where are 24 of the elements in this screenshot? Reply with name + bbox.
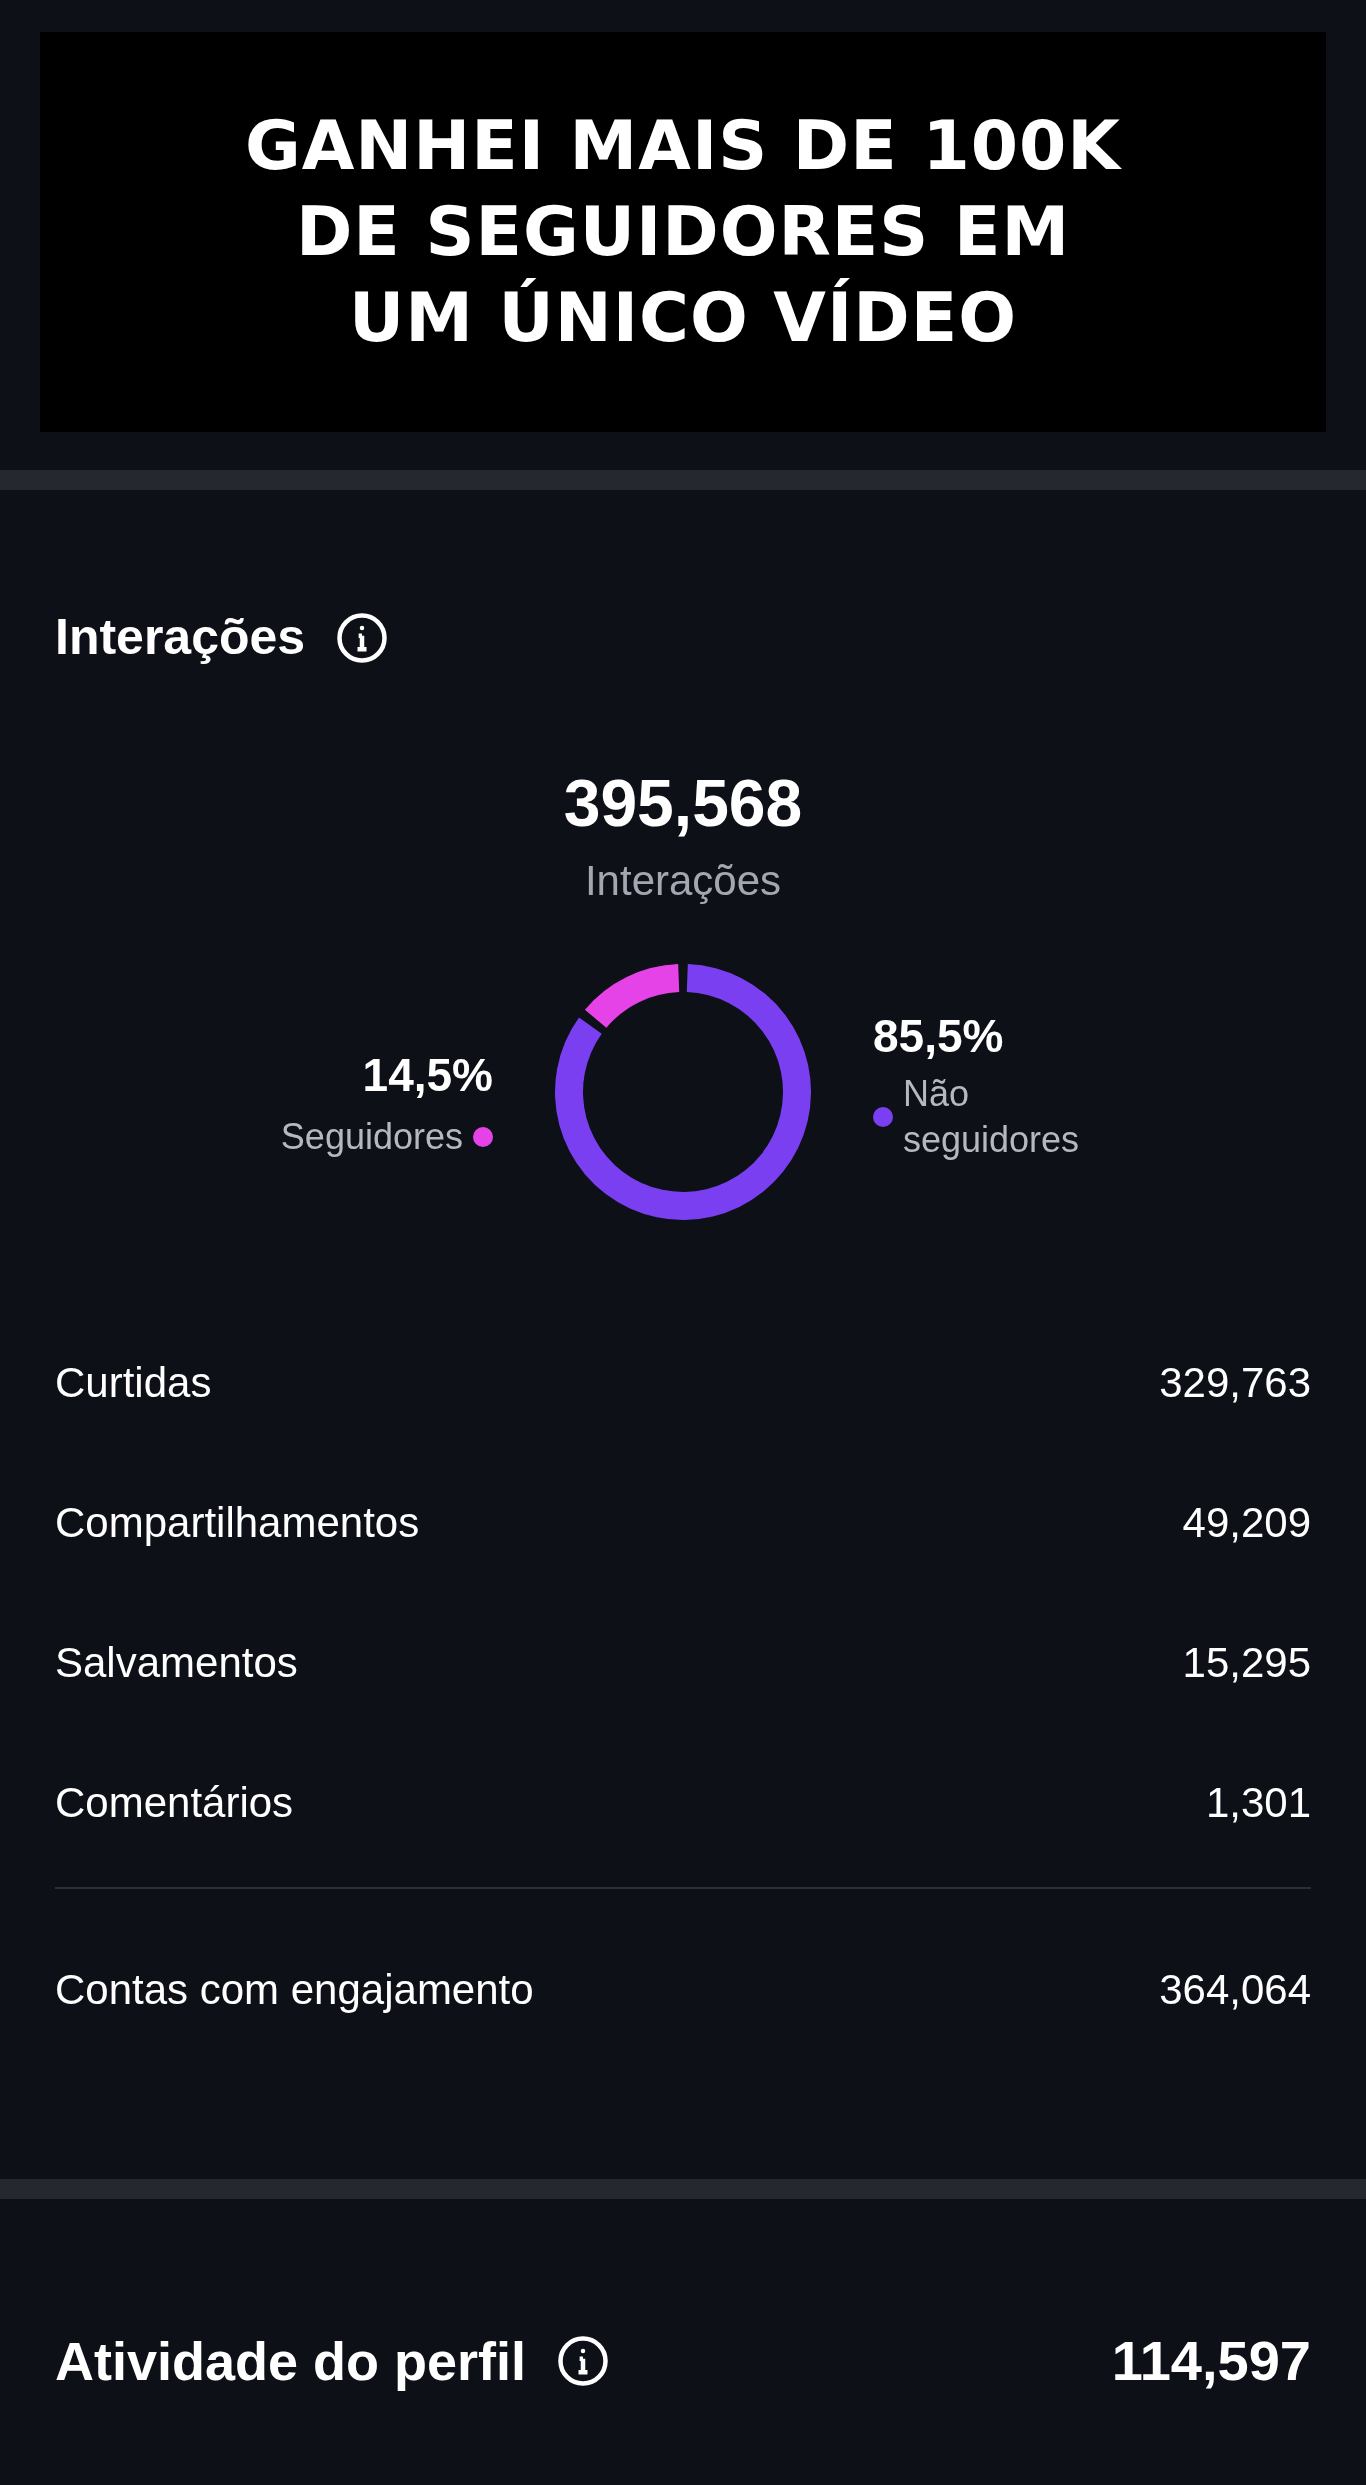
metric-value: 1,301	[1205, 1777, 1311, 1828]
section-title: Interações	[55, 608, 306, 667]
section-title: Atividade do perfil	[55, 2329, 527, 2393]
metric-label: Curtidas	[55, 1357, 212, 1408]
legend-label: Não seguidores	[903, 1071, 1081, 1162]
metric-value: 49,209	[1182, 1497, 1311, 1548]
metric-label: Salvamentos	[55, 1637, 298, 1688]
metric-label: Compartilhamentos	[55, 1497, 420, 1548]
metric-label: Comentários	[55, 1777, 294, 1828]
percentage: 85,5%	[873, 1008, 1004, 1064]
banner-title: GANHEI MAIS DE 100K	[244, 105, 1122, 187]
legend-label: Seguidores	[280, 1114, 463, 1159]
percentage: 14,5%	[362, 1047, 493, 1103]
info-icon[interactable]	[335, 610, 390, 665]
total-label: Interações	[584, 856, 782, 906]
info-icon[interactable]	[556, 2334, 611, 2388]
banner-title: DE SEGUIDORES EM	[295, 191, 1071, 273]
metric-value: 15,295	[1182, 1637, 1311, 1688]
section-total: 114,597	[1111, 2328, 1311, 2394]
banner-title: UM ÚNICO VÍDEO	[349, 277, 1017, 359]
metric-label: Contas com engajamento	[55, 1964, 534, 2015]
metric-value: 364,064	[1159, 1964, 1311, 2015]
metric-value: 329,763	[1159, 1357, 1311, 1408]
total-count: 395,568	[563, 765, 803, 841]
